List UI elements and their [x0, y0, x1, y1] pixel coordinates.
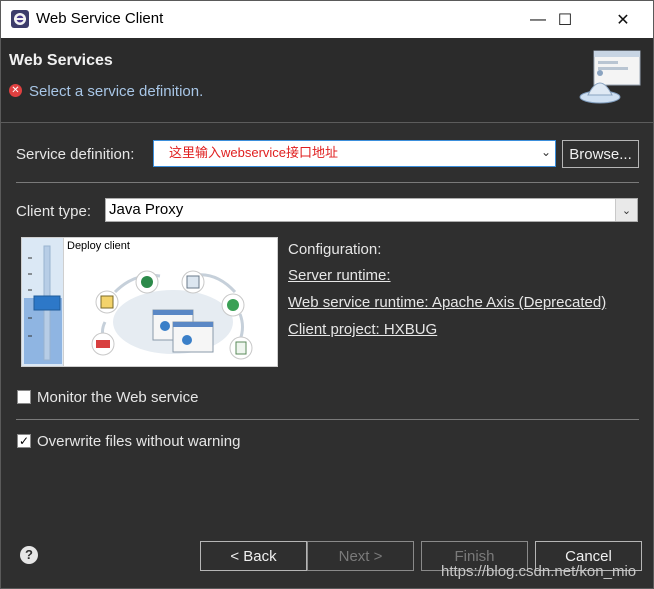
configuration-heading: Configuration: — [288, 241, 382, 258]
section-divider — [16, 182, 639, 183]
client-type-select[interactable]: Java Proxy ⌄ — [105, 198, 638, 222]
slider-track-icon — [24, 240, 62, 364]
web-service-banner-icon — [579, 50, 641, 104]
chevron-down-icon[interactable]: ⌄ — [615, 199, 637, 221]
client-project-link[interactable]: Client project: HXBUG — [288, 321, 437, 338]
window-title: Web Service Client — [36, 10, 164, 27]
overwrite-checkbox[interactable]: ✓ — [17, 434, 31, 448]
close-button[interactable]: ✕ — [600, 1, 646, 38]
client-type-label: Client type: — [16, 203, 92, 220]
help-icon[interactable]: ? — [20, 546, 38, 564]
preview-caption: Deploy client — [67, 240, 130, 252]
monitor-label[interactable]: Monitor the Web service — [37, 389, 198, 406]
browse-button[interactable]: Browse... — [562, 140, 639, 168]
wizard-header: Web Services ✕ Select a service definiti… — [1, 38, 653, 122]
monitor-checkbox[interactable] — [17, 390, 31, 404]
dialog-window: Web Service Client — ☐ ✕ Web Services ✕ … — [0, 0, 654, 589]
error-message: Select a service definition. — [29, 83, 204, 100]
client-type-value: Java Proxy — [109, 201, 184, 218]
eclipse-app-icon — [11, 10, 29, 28]
page-title: Web Services — [9, 52, 113, 69]
maximize-button[interactable]: ☐ — [542, 1, 588, 38]
chevron-down-icon[interactable]: ⌄ — [541, 145, 551, 159]
web-service-runtime-link[interactable]: Web service runtime: Apache Axis (Deprec… — [288, 294, 606, 311]
header-separator — [1, 122, 653, 123]
deploy-client-preview: Deploy client — [21, 237, 278, 367]
deploy-client-diagram-icon — [91, 270, 253, 360]
next-button: Next > — [307, 541, 414, 571]
service-definition-label: Service definition: — [16, 146, 135, 163]
back-button[interactable]: < Back — [200, 541, 307, 571]
options-divider — [16, 419, 639, 420]
overwrite-label[interactable]: Overwrite files without warning — [37, 433, 240, 450]
service-definition-value: 这里输入webservice接口地址 — [169, 145, 339, 160]
watermark-text: https://blog.csdn.net/kon_mio — [441, 563, 637, 580]
deployment-level-slider[interactable] — [22, 238, 64, 366]
error-icon: ✕ — [9, 84, 22, 97]
server-runtime-link[interactable]: Server runtime: — [288, 267, 391, 284]
title-bar[interactable]: Web Service Client — ☐ ✕ — [1, 1, 653, 38]
service-definition-input[interactable]: 这里输入webservice接口地址 ⌄ — [153, 140, 556, 167]
